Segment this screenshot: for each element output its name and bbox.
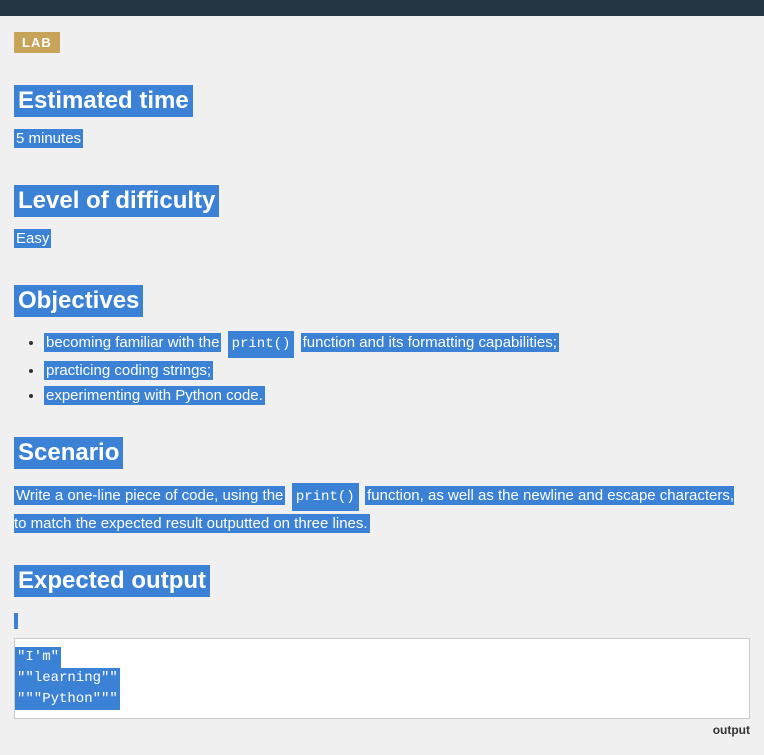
heading-estimated-time: Estimated time [14, 85, 193, 117]
heading-scenario: Scenario [14, 437, 123, 469]
top-bar [0, 0, 764, 16]
output-label-wrap: output [14, 721, 750, 739]
heading-difficulty: Level of difficulty [14, 185, 219, 217]
code-print: print() [292, 483, 359, 511]
list-item: becoming familiar with the print() funct… [44, 331, 750, 358]
content-area: LAB Estimated time 5 minutes Level of di… [0, 16, 764, 755]
heading-objectives: Objectives [14, 285, 143, 317]
objective-text: practicing coding strings; [44, 361, 213, 380]
code-print: print() [228, 331, 295, 358]
list-item: experimenting with Python code. [44, 385, 750, 408]
heading-expected-output: Expected output [14, 565, 210, 597]
list-item: practicing coding strings; [44, 360, 750, 383]
output-box: "I'm" ""learning"" """Python""" [14, 638, 750, 719]
difficulty-value: Easy [14, 229, 51, 248]
objective-text: function and its formatting capabilities… [301, 333, 559, 352]
selection-marker [14, 613, 18, 629]
output-line: """Python""" [15, 689, 120, 710]
objectives-list: becoming familiar with the print() funct… [44, 331, 750, 407]
output-line: ""learning"" [15, 668, 120, 689]
scenario-paragraph: Write a one-line piece of code, using th… [14, 483, 750, 537]
lab-badge: LAB [14, 32, 60, 53]
estimated-time-value: 5 minutes [14, 129, 83, 148]
objective-text: experimenting with Python code. [44, 386, 265, 405]
scenario-text: Write a one-line piece of code, using th… [14, 486, 285, 505]
output-line: "I'm" [15, 647, 61, 668]
output-label: output [713, 723, 750, 737]
objective-text: becoming familiar with the [44, 333, 221, 352]
